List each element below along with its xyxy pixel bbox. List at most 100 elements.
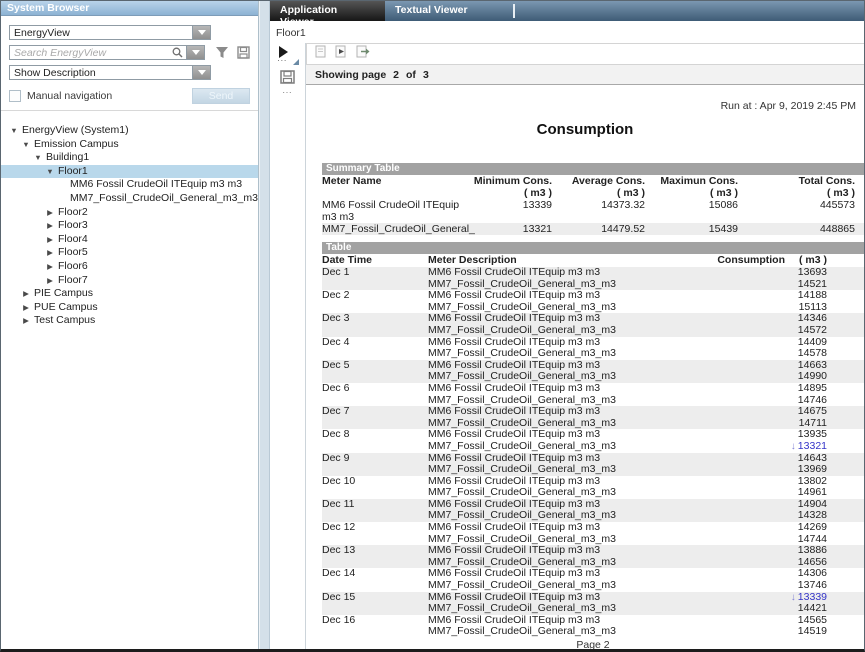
page-footer: Page 2 <box>322 639 864 649</box>
detail-date <box>322 626 428 638</box>
detail-table-section-bar: Table <box>322 242 864 254</box>
collapsed-triangle-icon[interactable]: ▶ <box>45 246 55 260</box>
summary-table-section-bar: Summary Table <box>322 163 864 175</box>
detail-meter-description: MM6 Fossil CrudeOil ITEquip m3 m3 <box>428 383 715 395</box>
summary-col-avg: Average Cons.( m3 ) <box>552 175 645 199</box>
detail-consumption-value: 14306 <box>715 568 864 580</box>
detail-table: Date Time Meter Description Consumption(… <box>322 254 864 638</box>
tab-application-viewer[interactable]: Application Viewer <box>270 1 385 21</box>
tab-separator <box>513 4 515 18</box>
detail-date <box>322 441 428 453</box>
tree-item-label: MM6 Fossil CrudeOil ITEquip m3 m3 <box>70 178 242 192</box>
collapsed-triangle-icon[interactable]: ▶ <box>21 314 31 328</box>
tree-item-floor6[interactable]: ▶Floor6 <box>1 260 258 274</box>
collapsed-triangle-icon[interactable]: ▶ <box>45 219 55 233</box>
corner-resize-icon <box>293 59 299 65</box>
detail-consumption-value: 14521 <box>715 279 864 291</box>
detail-consumption-value: 14656 <box>715 557 864 569</box>
detail-row: MM7_Fossil_CrudeOil_General_m3_m313746 <box>322 580 864 592</box>
collapsed-triangle-icon[interactable]: ▶ <box>45 233 55 247</box>
page-doc-icon[interactable] <box>315 45 326 63</box>
detail-consumption-value: 13935 <box>715 429 864 441</box>
filter-icon[interactable] <box>215 46 229 59</box>
detail-date: Dec 8 <box>322 429 428 441</box>
detail-consumption-value: 14519 <box>715 626 864 638</box>
tree-item-floor7[interactable]: ▶Floor7 <box>1 274 258 288</box>
tree-item-building1[interactable]: ▼Building1 <box>1 151 258 165</box>
send-button[interactable]: Send <box>192 88 250 104</box>
viewer-tabbar: Application Viewer Textual Viewer <box>270 1 864 21</box>
detail-meter-description: MM6 Fossil CrudeOil ITEquip m3 m3 <box>428 267 715 279</box>
detail-consumption-value: 14188 <box>715 290 864 302</box>
tree-item-mm7-fossil-crudeoil-general-m3-m3[interactable]: MM7_Fossil_CrudeOil_General_m3_m3 <box>1 192 258 206</box>
tree-item-pue-campus[interactable]: ▶PUE Campus <box>1 301 258 315</box>
min-value-link[interactable]: 13321 <box>798 440 827 452</box>
tab-textual-viewer[interactable]: Textual Viewer <box>385 1 513 21</box>
summary-value: 15086 <box>645 199 738 223</box>
manual-navigation-checkbox[interactable] <box>9 90 21 102</box>
chevron-down-icon <box>198 30 206 35</box>
detail-consumption-value: 14961 <box>715 487 864 499</box>
tree-item-floor4[interactable]: ▶Floor4 <box>1 233 258 247</box>
detail-consumption-value: 14990 <box>715 371 864 383</box>
save-icon[interactable] <box>237 46 250 59</box>
tree-item-floor1[interactable]: ▼Floor1 <box>1 165 258 179</box>
search-icon <box>172 47 183 58</box>
tree-item-label: Floor6 <box>58 260 88 274</box>
tree-item-emission-campus[interactable]: ▼Emission Campus <box>1 138 258 152</box>
expanded-triangle-icon[interactable]: ▼ <box>33 151 43 165</box>
navigation-tree: ▼EnergyView (System1)▼Emission Campus▼Bu… <box>1 111 258 649</box>
expanded-triangle-icon[interactable]: ▼ <box>21 138 31 152</box>
system-browser-controls: EnergyView <box>1 16 258 111</box>
search-input[interactable] <box>10 47 172 59</box>
collapsed-triangle-icon[interactable]: ▶ <box>45 206 55 220</box>
description-dropdown-button[interactable] <box>192 66 210 79</box>
tree-item-pie-campus[interactable]: ▶PIE Campus <box>1 287 258 301</box>
tree-item-test-campus[interactable]: ▶Test Campus <box>1 314 258 328</box>
panel-splitter[interactable] <box>259 1 270 649</box>
chevron-down-icon <box>192 50 200 55</box>
tree-item-mm6-fossil-crudeoil-itequip-m3-m3[interactable]: MM6 Fossil CrudeOil ITEquip m3 m3 <box>1 178 258 192</box>
detail-consumption-value: 14904 <box>715 499 864 511</box>
tree-item-floor5[interactable]: ▶Floor5 <box>1 246 258 260</box>
detail-consumption-value: 14578 <box>715 348 864 360</box>
expanded-triangle-icon[interactable]: ▼ <box>45 165 55 179</box>
paging-of: of <box>406 69 416 81</box>
detail-date <box>322 325 428 337</box>
page-export-icon[interactable] <box>356 45 370 63</box>
collapsed-triangle-icon[interactable]: ▶ <box>45 260 55 274</box>
detail-consumption-value: 14269 <box>715 522 864 534</box>
viewer-gutter: ... ... <box>270 43 306 649</box>
detail-meter-description: MM7_Fossil_CrudeOil_General_m3_m3 <box>428 626 715 638</box>
tree-item-label: EnergyView (System1) <box>22 124 129 138</box>
detail-date: Dec 6 <box>322 383 428 395</box>
search-dropdown-button[interactable] <box>186 46 204 59</box>
detail-meter-description: MM6 Fossil CrudeOil ITEquip m3 m3 <box>428 406 715 418</box>
tree-item-floor3[interactable]: ▶Floor3 <box>1 219 258 233</box>
save-report-button[interactable]: ... <box>280 70 295 92</box>
min-value-link[interactable]: 13339 <box>798 591 827 603</box>
min-value-arrow-icon: ↓ <box>791 592 796 603</box>
system-dropdown[interactable]: EnergyView <box>9 25 211 40</box>
detail-meter-description: MM7_Fossil_CrudeOil_General_m3_m3 <box>428 325 715 337</box>
description-dropdown[interactable]: Show Description <box>9 65 211 80</box>
tree-item-floor2[interactable]: ▶Floor2 <box>1 206 258 220</box>
collapsed-triangle-icon[interactable]: ▶ <box>45 274 55 288</box>
report-toolbar <box>306 43 864 65</box>
detail-row: Dec 7MM6 Fossil CrudeOil ITEquip m3 m314… <box>322 406 864 418</box>
collapsed-triangle-icon[interactable]: ▶ <box>21 301 31 315</box>
run-report-button[interactable]: ... <box>277 46 299 66</box>
tree-item-label: Test Campus <box>34 314 95 328</box>
tree-item-energyview-system1-[interactable]: ▼EnergyView (System1) <box>1 124 258 138</box>
page-play-icon[interactable] <box>335 45 347 63</box>
detail-date: Dec 9 <box>322 453 428 465</box>
collapsed-triangle-icon[interactable]: ▶ <box>21 287 31 301</box>
detail-row: Dec 6MM6 Fossil CrudeOil ITEquip m3 m314… <box>322 383 864 395</box>
expanded-triangle-icon[interactable]: ▼ <box>9 124 19 138</box>
tree-item-label: PIE Campus <box>34 287 93 301</box>
system-dropdown-button[interactable] <box>192 26 210 39</box>
floppy-icon <box>280 70 295 84</box>
detail-row: MM7_Fossil_CrudeOil_General_m3_m313969 <box>322 464 864 476</box>
detail-meter-description: MM7_Fossil_CrudeOil_General_m3_m3 <box>428 464 715 476</box>
detail-row: Dec 1MM6 Fossil CrudeOil ITEquip m3 m313… <box>322 267 864 279</box>
